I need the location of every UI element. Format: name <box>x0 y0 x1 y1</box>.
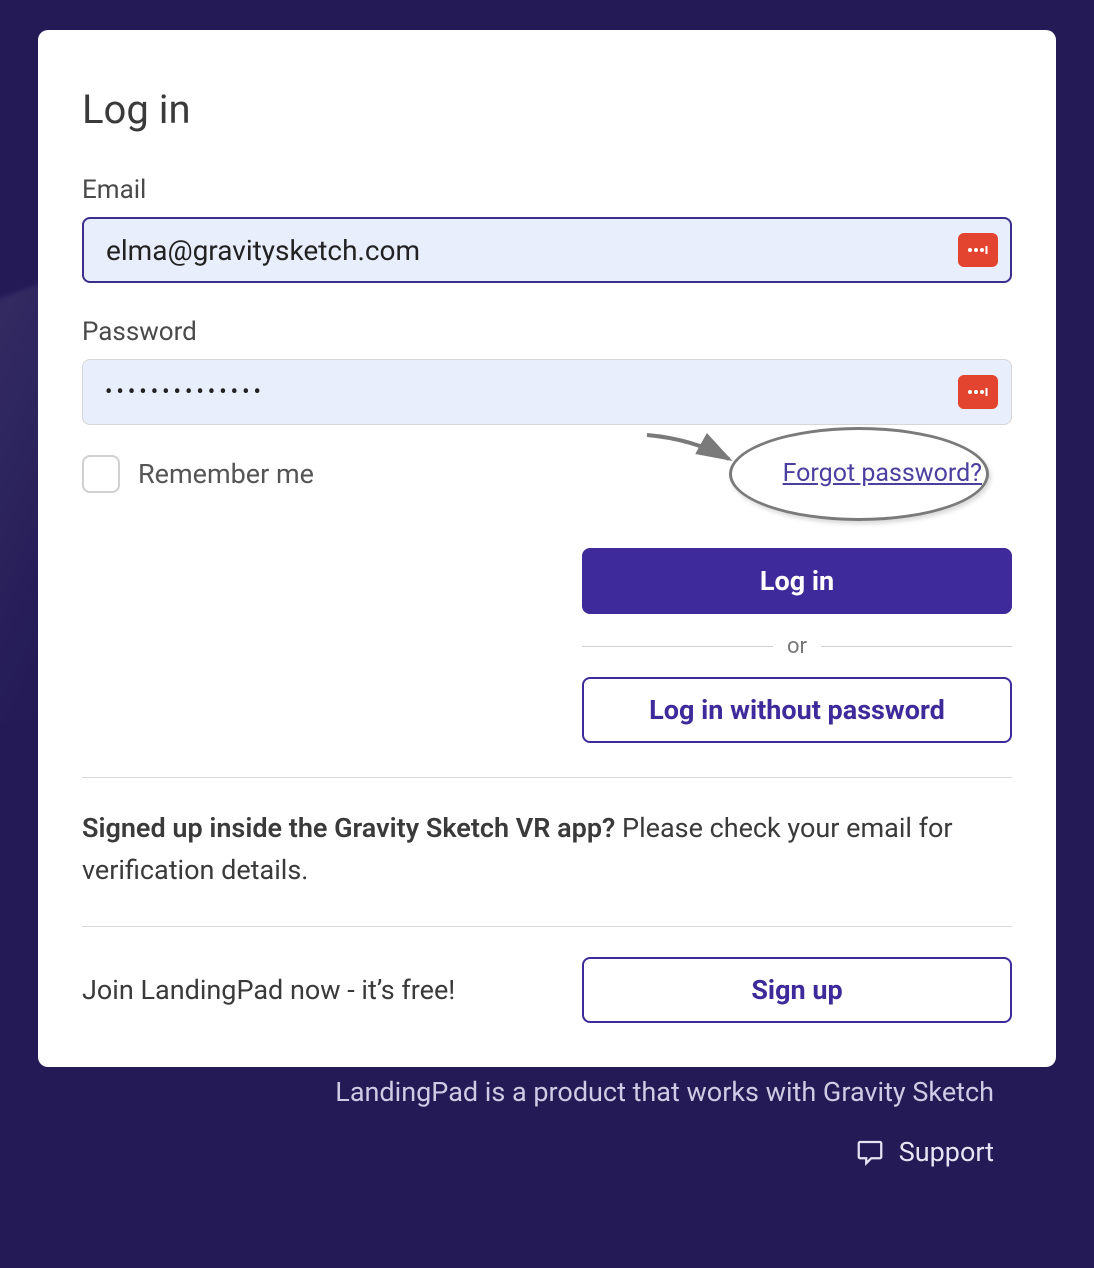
forgot-password-wrap: Forgot password? <box>753 443 1012 504</box>
or-text: or <box>787 634 807 659</box>
password-label: Password <box>82 317 1012 347</box>
login-card: Log in Email Password Remember <box>38 30 1056 1067</box>
login-without-password-button[interactable]: Log in without password <box>582 677 1012 743</box>
signup-prompt: Join LandingPad now - it’s free! <box>82 974 455 1006</box>
vr-notice-bold: Signed up inside the Gravity Sketch VR a… <box>82 812 615 844</box>
or-divider: or <box>582 634 1012 659</box>
remember-forgot-row: Remember me Forgot password? <box>82 443 1012 504</box>
password-input-wrap <box>82 359 1012 425</box>
actions-column: Log in or Log in without password <box>582 548 1012 743</box>
remember-group: Remember me <box>82 455 314 493</box>
section-divider <box>82 926 1012 927</box>
divider-line <box>821 646 1012 647</box>
remember-me-label: Remember me <box>138 458 314 490</box>
signup-row: Join LandingPad now - it’s free! Sign up <box>82 957 1012 1023</box>
footer-tagline: LandingPad is a product that works with … <box>335 1076 994 1108</box>
support-button[interactable]: Support <box>855 1136 994 1168</box>
actions-area: Log in or Log in without password <box>82 548 1012 743</box>
vr-signup-notice: Signed up inside the Gravity Sketch VR a… <box>82 808 1012 892</box>
email-label: Email <box>82 175 1012 205</box>
forgot-password-link[interactable]: Forgot password? <box>783 459 982 488</box>
remember-me-checkbox[interactable] <box>82 455 120 493</box>
password-manager-icon[interactable] <box>958 375 998 409</box>
section-divider <box>82 777 1012 778</box>
login-button[interactable]: Log in <box>582 548 1012 614</box>
email-input[interactable] <box>82 217 1012 283</box>
signup-button[interactable]: Sign up <box>582 957 1012 1023</box>
divider-line <box>582 646 773 647</box>
annotation-arrow-icon <box>643 429 739 479</box>
chat-icon <box>855 1137 885 1167</box>
password-input[interactable] <box>82 359 1012 425</box>
password-manager-icon[interactable] <box>958 233 998 267</box>
email-input-wrap <box>82 217 1012 283</box>
page-title: Log in <box>82 86 1012 133</box>
support-label: Support <box>899 1136 994 1168</box>
